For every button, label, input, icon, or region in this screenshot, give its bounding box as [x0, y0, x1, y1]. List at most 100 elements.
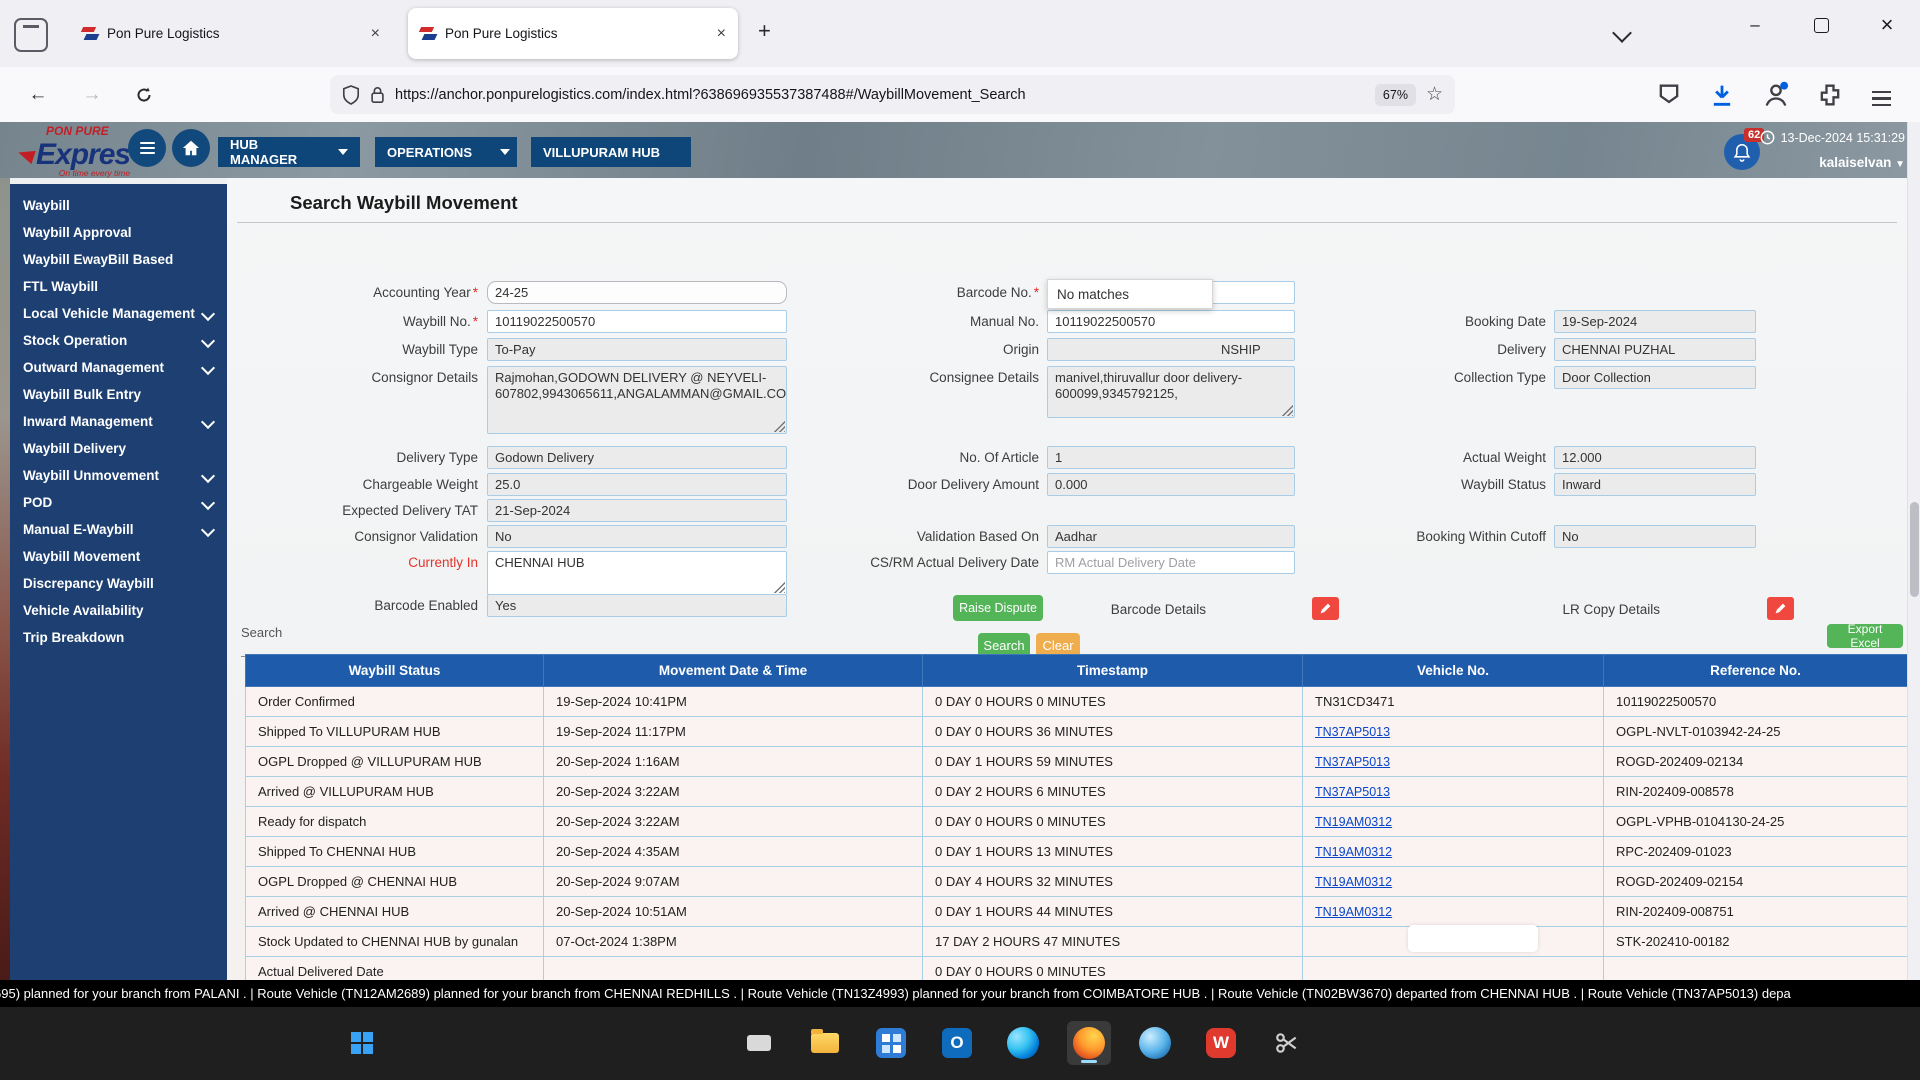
sidebar-item-discrepancy-waybill[interactable]: Discrepancy Waybill	[10, 570, 227, 597]
vehicle-link[interactable]: TN19AM0312	[1303, 867, 1604, 897]
cs-rm-actual-delivery-date-input[interactable]	[1047, 551, 1295, 574]
account-icon[interactable]	[1762, 81, 1790, 109]
export-excel-button[interactable]: Export Excel	[1827, 624, 1903, 648]
scrollbar-thumb[interactable]	[1910, 502, 1919, 597]
table-row: Shipped To CHENNAI HUB20-Sep-2024 4:35AM…	[246, 837, 1908, 867]
field-label: Barcode Enabled	[188, 594, 478, 617]
user-menu[interactable]: kalaiselvan ▼	[1819, 155, 1905, 170]
table-row: OGPL Dropped @ VILLUPURAM HUB20-Sep-2024…	[246, 747, 1908, 777]
lr-copy-details-label: LR Copy Details	[1370, 598, 1660, 621]
edge-icon	[1007, 1027, 1039, 1059]
address-bar[interactable]: https://anchor.ponpurelogistics.com/inde…	[330, 75, 1455, 114]
page-scrollbar[interactable]	[1907, 122, 1920, 980]
lock-icon[interactable]	[370, 86, 385, 104]
department-dropdown[interactable]: OPERATIONS	[375, 137, 517, 167]
browser-tab-inactive[interactable]: Pon Pure Logistics ×	[70, 8, 392, 59]
list-tabs-chevron-icon[interactable]	[1612, 23, 1632, 43]
taskbar-app-wps[interactable]: W	[1199, 1021, 1243, 1065]
tab-title: Pon Pure Logistics	[445, 26, 707, 41]
autocomplete-no-matches: No matches	[1047, 279, 1213, 309]
resize-grip[interactable]	[1281, 404, 1293, 416]
zoom-indicator[interactable]: 67%	[1375, 84, 1416, 106]
tab-close-icon[interactable]: ×	[371, 25, 380, 43]
bookmark-star-icon[interactable]: ☆	[1426, 83, 1443, 106]
notifications-button[interactable]: 62	[1724, 134, 1760, 170]
taskbar-app-firefox-active[interactable]	[1067, 1021, 1111, 1065]
barcode-details-edit-button[interactable]	[1312, 597, 1339, 620]
vehicle-link[interactable]: TN19AM0312	[1303, 807, 1604, 837]
hamburger-menu-button[interactable]	[128, 129, 166, 167]
accounting-year-input[interactable]	[487, 281, 787, 304]
role-dropdown[interactable]: HUB MANAGER	[218, 137, 360, 167]
browser-tab-bar: Pon Pure Logistics × Pon Pure Logistics …	[0, 0, 1920, 68]
field-label: Consignor Details	[188, 366, 478, 389]
table-row: OGPL Dropped @ CHENNAI HUB20-Sep-2024 9:…	[246, 867, 1908, 897]
hub-selector[interactable]: VILLUPURAM HUB	[531, 137, 691, 167]
window-maximize-button[interactable]	[1792, 0, 1850, 50]
extensions-puzzle-icon[interactable]	[1816, 81, 1844, 109]
back-icon[interactable]: ←	[22, 79, 54, 111]
vehicle-link[interactable]: TN37AP5013	[1303, 717, 1604, 747]
chevron-down-icon	[338, 149, 348, 155]
tab-title: Pon Pure Logistics	[107, 26, 361, 41]
field-label: Chargeable Weight	[188, 473, 478, 496]
resize-grip[interactable]	[773, 581, 785, 593]
windows-taskbar: 1 Search O	[0, 1007, 1920, 1080]
reload-icon[interactable]	[128, 79, 160, 111]
window-close-button[interactable]: ×	[1858, 0, 1916, 50]
taskbar-app-edge[interactable]	[1001, 1021, 1045, 1065]
taskbar-app-browser-blue[interactable]	[1133, 1021, 1177, 1065]
chevron-down-icon	[201, 415, 215, 429]
field-label: Origin	[749, 338, 1039, 361]
waybill-movement-table: Waybill Status Movement Date & Time Time…	[245, 654, 1908, 987]
collection-type-input	[1554, 366, 1756, 389]
window-minimize-button[interactable]: –	[1726, 0, 1784, 50]
sidebar-item-waybill-ewaybill-based[interactable]: Waybill EwayBill Based	[10, 246, 227, 273]
chevron-down-icon	[500, 149, 510, 155]
field-label: Booking Date	[1256, 310, 1546, 333]
taskbar-app-store[interactable]	[869, 1021, 913, 1065]
vehicle-link[interactable]: TN19AM0312	[1303, 837, 1604, 867]
table-row: Shipped To VILLUPURAM HUB19-Sep-2024 11:…	[246, 717, 1908, 747]
vehicle-link[interactable]: TN37AP5013	[1303, 777, 1604, 807]
vehicle-link[interactable]: TN19AM0312	[1303, 897, 1604, 927]
new-tab-button[interactable]: +	[758, 18, 771, 44]
field-label: Consignor Validation	[188, 525, 478, 548]
hamburger-icon	[140, 139, 155, 157]
home-icon	[181, 139, 201, 157]
firefox-view-icon[interactable]	[14, 18, 48, 52]
field-label: Delivery Type	[188, 446, 478, 469]
forward-icon[interactable]: →	[76, 79, 108, 111]
pocket-icon[interactable]	[1655, 81, 1683, 109]
sidebar-item-inward-management[interactable]: Inward Management	[10, 408, 227, 435]
vehicle-link[interactable]: TN37AP5013	[1303, 747, 1604, 777]
consignor-validation-input	[487, 525, 787, 548]
lr-copy-details-edit-button[interactable]	[1767, 597, 1794, 620]
start-button[interactable]	[340, 1021, 384, 1065]
url-text: https://anchor.ponpurelogistics.com/inde…	[395, 87, 1365, 103]
taskbar-app-desktop[interactable]	[737, 1021, 781, 1065]
home-button[interactable]	[172, 129, 210, 167]
col-movement-datetime: Movement Date & Time	[544, 655, 923, 687]
shield-icon[interactable]	[342, 85, 360, 105]
taskbar-app-outlook[interactable]: O	[935, 1021, 979, 1065]
sidebar-item-waybill[interactable]: Waybill	[10, 192, 227, 219]
browser-tab-active[interactable]: Pon Pure Logistics ×	[408, 8, 738, 59]
field-label: Actual Weight	[1256, 446, 1546, 469]
tab-close-icon[interactable]: ×	[717, 25, 726, 43]
taskbar-app-file-explorer[interactable]	[803, 1021, 847, 1065]
browser-url-bar: ← → https://anchor.ponpurelogistics.com/…	[0, 67, 1920, 123]
windows-logo-icon	[351, 1032, 373, 1054]
sidebar-item-trip-breakdown[interactable]: Trip Breakdown	[10, 624, 227, 651]
currently-in-textarea[interactable]: CHENNAI HUB	[487, 551, 787, 595]
chargeable-weight-input	[487, 473, 787, 496]
waybill-no-input[interactable]	[487, 310, 787, 333]
sidebar-item-waybill-approval[interactable]: Waybill Approval	[10, 219, 227, 246]
screen: Pon Pure Logistics × Pon Pure Logistics …	[0, 0, 1920, 1080]
consignor-details-textarea[interactable]: Rajmohan,GODOWN DELIVERY @ NEYVELI-60780…	[487, 366, 787, 434]
downloads-icon[interactable]	[1708, 81, 1736, 109]
resize-grip[interactable]	[773, 420, 785, 432]
taskbar-app-snipping-tool[interactable]	[1265, 1021, 1309, 1065]
main-content: Search Waybill Movement Accounting Year*…	[227, 178, 1907, 980]
menu-icon[interactable]	[1872, 87, 1891, 110]
